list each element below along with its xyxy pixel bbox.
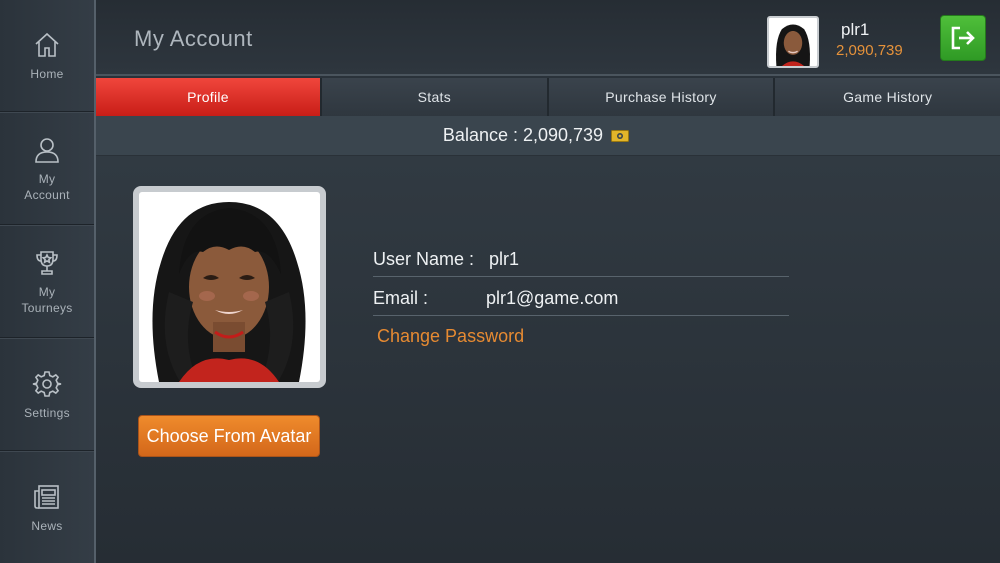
gear-icon bbox=[32, 370, 62, 397]
email-label: Email : bbox=[373, 288, 429, 308]
avatar-image-container bbox=[139, 192, 320, 382]
tab-game-history[interactable]: Game History bbox=[775, 78, 1000, 116]
header-avatar[interactable] bbox=[767, 16, 819, 68]
cash-icon bbox=[611, 129, 630, 142]
sidebar-item-home[interactable]: Home bbox=[0, 0, 94, 112]
logout-icon bbox=[951, 26, 975, 50]
choose-avatar-button[interactable]: Choose From Avatar bbox=[138, 415, 320, 457]
home-icon bbox=[35, 32, 59, 57]
profile-avatar bbox=[133, 186, 326, 388]
email-row: Email : plr1@game.com bbox=[373, 282, 789, 316]
email-value: plr1@game.com bbox=[486, 288, 619, 308]
tab-purchase-history[interactable]: Purchase History bbox=[548, 78, 776, 116]
username-value: plr1 bbox=[489, 249, 520, 269]
header: My Account plr1 2,090,739 bbox=[96, 0, 1000, 76]
header-username: plr1 bbox=[841, 20, 870, 39]
user-icon bbox=[35, 137, 59, 163]
sidebar-item-my-tourneys[interactable]: My Tourneys bbox=[0, 226, 94, 338]
avatar-image bbox=[776, 24, 810, 66]
sidebar-item-my-account[interactable]: My Account bbox=[0, 113, 94, 225]
avatar-image bbox=[152, 202, 306, 382]
tab-stats[interactable]: Stats bbox=[322, 78, 549, 116]
sidebar-item-label: My Account bbox=[24, 171, 70, 202]
page-title: My Account bbox=[134, 26, 253, 51]
change-password-link[interactable]: Change Password bbox=[377, 326, 524, 347]
sidebar-item-label: Home bbox=[30, 66, 64, 81]
username-row: User Name : plr1 bbox=[373, 243, 789, 277]
username-label: User Name : bbox=[373, 249, 475, 269]
sidebar-item-label: News bbox=[31, 519, 63, 533]
balance-text: Balance : 2,090,739 bbox=[442, 125, 604, 145]
balance-bar: Balance : 2,090,739 bbox=[96, 116, 1000, 156]
sidebar-item-settings[interactable]: Settings bbox=[0, 339, 94, 451]
sidebar: Home My Account My Tourneys Settings New… bbox=[0, 0, 96, 563]
logout-button[interactable] bbox=[940, 15, 986, 61]
profile-panel: Choose From Avatar User Name : plr1 Emai… bbox=[96, 156, 1000, 563]
header-balance: 2,090,739 bbox=[836, 42, 903, 59]
tab-bar: Profile Stats Purchase History Game Hist… bbox=[96, 78, 1000, 116]
newspaper-icon bbox=[34, 485, 59, 509]
sidebar-item-label: Settings bbox=[24, 405, 70, 420]
sidebar-item-news[interactable]: News bbox=[0, 452, 94, 563]
trophy-icon bbox=[36, 250, 58, 275]
sidebar-item-label: My Tourneys bbox=[21, 284, 73, 315]
tab-profile[interactable]: Profile bbox=[96, 78, 322, 116]
